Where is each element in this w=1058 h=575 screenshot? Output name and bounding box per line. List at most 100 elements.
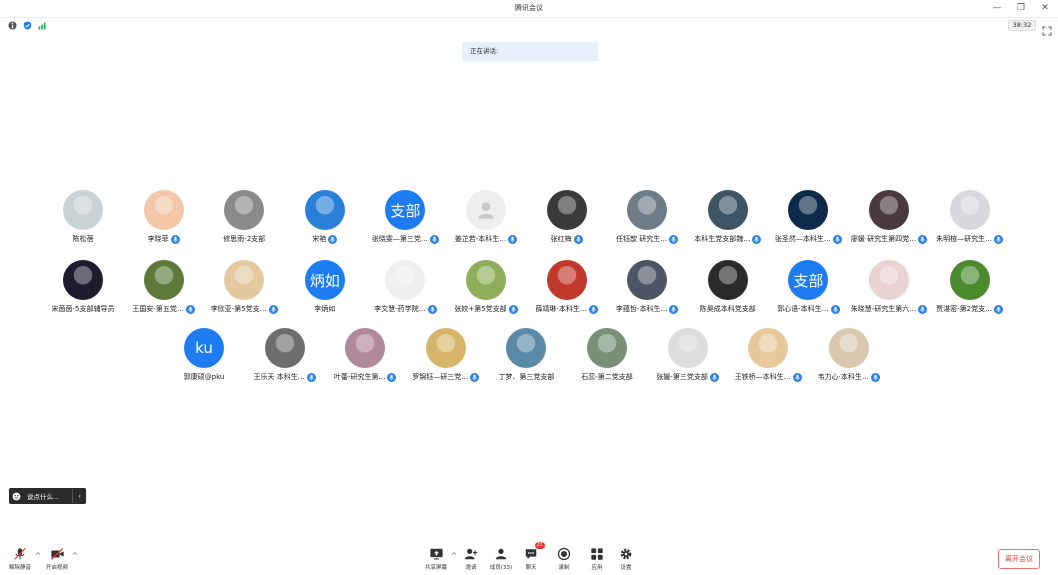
participant-name-line: 张晓雯—第三党… [364,234,446,244]
participant-name-line: 丁梦、第三党支部 [485,372,567,382]
participant-tile[interactable]: 李蕴哲-本科生… [606,258,688,318]
participant-tile[interactable]: 陈松蓓 [42,188,124,248]
participant-name: 张圣然—本科生… [774,235,831,243]
participant-tile[interactable]: 宋茵茵-5支部辅导员 [42,258,124,318]
record-button[interactable]: 录制 [549,546,579,574]
invite-label: 邀请 [465,565,477,571]
participant-tile[interactable]: 石蕊-第二党支部 [566,326,648,386]
participant-tile[interactable]: 修思雨-2支部 [203,188,285,248]
share-screen-label: 共享屏幕 [424,565,447,571]
participant-tile[interactable]: 李晓菲 [123,188,205,248]
participant-name: 朱明楦—研究生… [936,235,993,243]
participant-tile[interactable]: 张姣+第5党支部 [445,258,527,318]
participant-name-line: 陈昊成本科党支部 [687,304,769,314]
mic-options-caret[interactable]: ^ [35,552,41,560]
participant-tile[interactable]: 叶蕾-研究生第… [324,326,406,386]
participant-name-line: 张圣然—本科生… [767,234,849,244]
participant-name: 张红梅 [550,235,572,243]
apps-button[interactable]: 应用 [582,546,612,574]
mic-active-icon [918,304,928,314]
participant-tile[interactable]: 罗锦钰—研三党… [405,326,487,386]
participant-avatar [667,328,708,368]
participant-avatar [63,260,103,300]
settings-button[interactable]: 设置 [611,546,641,574]
participant-tile[interactable]: 姜芷若-本科生… [445,188,527,248]
mic-active-icon [588,304,598,314]
participant-tile[interactable]: 王铁桥—本科生… [727,326,809,386]
participant-name: 陈昊成本科党支部 [699,305,756,313]
leave-meeting-button[interactable]: 离开会议 [998,549,1040,569]
participant-tile[interactable]: 王国安-第五党… [123,258,205,318]
participant-name-line: 罗锦钰—研三党… [405,372,487,382]
participant-tile[interactable]: 韦力心·本科生… [808,326,890,386]
minimize-icon[interactable]: — [992,2,1002,14]
participant-name-line: 本科生党支部魏… [687,234,769,244]
mic-active-icon [387,372,397,382]
participant-avatar [869,190,909,230]
participant-row: 宋茵茵-5支部辅导员 王国安-第五党… 李欣亚-第5党支… 炳如 李炳如 李文慧-药学院…… [0,258,1058,318]
participant-tile[interactable]: 薛靖琳-本科生… [526,258,608,318]
participant-tile[interactable]: 张圣然—本科生… [767,188,849,248]
participant-tile[interactable]: 张媛-第三党支部 [647,326,729,386]
participant-avatar [949,190,990,230]
participant-avatar [546,260,587,300]
invite-button[interactable]: 邀请 [456,546,486,574]
window-title: 腾讯会议 [515,4,543,12]
signal-icon[interactable] [38,21,47,30]
participant-avatar: 支部 [788,260,829,300]
participant-tile[interactable]: 本科生党支部魏… [687,188,769,248]
participant-tile[interactable]: 李欣亚-第5党支… [203,258,285,318]
video-options-caret[interactable]: ^ [72,552,78,560]
participant-tile[interactable]: 炳如 李炳如 [284,258,366,318]
chat-quick-input[interactable]: 说点什么... ‹ [9,488,86,504]
close-icon[interactable]: ✕ [1040,2,1050,14]
participant-tile[interactable]: 廖媛 研究生第四党… [848,188,930,248]
start-video-button[interactable]: 开启视频 [42,546,72,574]
info-icon[interactable] [8,21,17,30]
participant-name: 郭康硕@pku [183,373,225,381]
participant-tile[interactable]: 张红梅 [526,188,608,248]
participant-name: 姜芷若-本科生… [454,235,507,243]
mic-active-icon [832,234,842,244]
emoji-icon[interactable] [9,492,23,501]
participant-tile[interactable]: 王乐天 本科生… [244,326,326,386]
participant-name: 张媛-第三党支部 [656,373,708,381]
share-screen-button[interactable]: 共享屏幕 [421,546,451,574]
participant-tile[interactable]: 支部 张晓雯—第三党… [364,188,446,248]
participant-avatar [506,328,547,368]
invite-icon [463,546,479,562]
participant-name-line: 李晓菲 [123,234,205,244]
mic-active-icon [669,234,679,244]
participant-tile[interactable]: 丁梦、第三党支部 [485,326,567,386]
apps-icon [589,546,605,562]
participant-name: 宋艳 [312,235,327,243]
members-button[interactable]: 成员(33) [486,546,516,574]
mic-active-icon [268,304,278,314]
participant-tile[interactable]: 李文慧-药学院… [364,258,446,318]
mic-active-icon [792,372,802,382]
participant-avatar: ku [184,328,224,368]
participant-tile[interactable]: 贾湛密-第2党支… [929,258,1011,318]
mic-active-icon [669,304,679,314]
participant-tile[interactable]: 任钰歆 研究生… [606,188,688,248]
window-controls: — ❐ ✕ [992,2,1050,14]
participant-name: 修思雨-2支部 [223,235,266,243]
participant-tile[interactable]: ku 郭康硕@pku [163,326,245,386]
participant-tile[interactable]: 支部 郭心语-本科生… [767,258,849,318]
unmute-button[interactable]: 解除静音 [5,546,35,574]
restore-icon[interactable]: ❐ [1016,2,1026,14]
participant-avatar [707,260,748,300]
participant-tile[interactable]: 朱明楦—研究生… [929,188,1011,248]
shield-icon[interactable] [23,21,32,30]
participant-row: 陈松蓓 李晓菲 修思雨-2支部 宋艳 支部 张晓雯—第三党… 姜芷若-本科生… 张红梅 任钰歆 … [0,188,1058,248]
chat-button[interactable]: 21 聊天 [516,542,546,574]
participant-tile[interactable]: 陈昊成本科党支部 [687,258,769,318]
chevron-left-icon[interactable]: ‹ [72,489,86,503]
participant-tile[interactable]: 朱晓慧-研究生第六… [848,258,930,318]
participant-avatar [788,190,829,230]
participant-name: 李晓菲 [147,235,169,243]
chat-placeholder[interactable]: 说点什么... [23,491,72,501]
participant-tile[interactable]: 宋艳 [284,188,366,248]
participant-avatar [345,328,386,368]
fullscreen-icon[interactable] [1042,21,1052,36]
